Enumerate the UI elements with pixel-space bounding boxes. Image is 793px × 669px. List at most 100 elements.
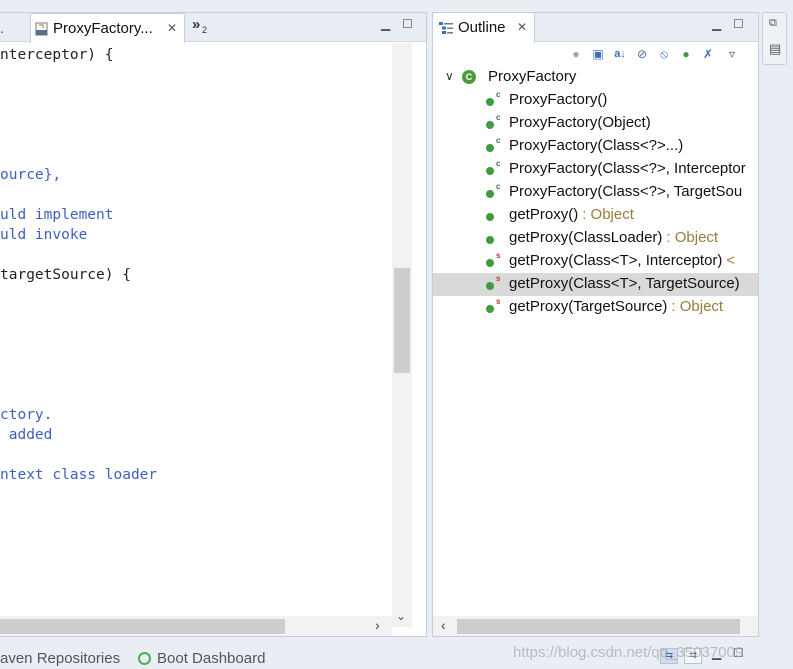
method-signature: getProxy() [509,206,579,223]
outline-item[interactable]: s getProxy(TargetSource): Object [433,296,758,319]
outline-icon [439,22,453,34]
outline-tree: ∨ C ProxyFactory c ProxyFactory() c ProxyFa… [433,65,758,620]
collapse-all-icon[interactable]: ● [568,46,584,62]
scroll-right-icon[interactable]: › [375,617,380,633]
restore-icon[interactable]: ⧉ [769,17,777,30]
editor-tab-bar: . ProxyFactory... ✕ » 2 ▁ ☐ [0,13,426,43]
public-method-icon [486,305,494,313]
public-method-icon [486,98,494,106]
constructor-decorator-icon: c [496,182,501,191]
editor-horizontal-scrollbar[interactable]: › [0,616,392,636]
close-icon[interactable]: ✕ [167,21,177,35]
outline-item-label: getProxy(ClassLoader): Object [509,229,718,246]
code-line: ntext class loader [0,467,158,483]
public-method-icon [486,144,494,152]
hide-local-types-icon[interactable]: ✗ [700,46,716,62]
hide-fields-icon[interactable]: ⊘ [634,46,650,62]
outline-item-label: getProxy(Class<T>, Interceptor) < [509,252,735,269]
constructor-decorator-icon: c [496,113,501,122]
previous-tab[interactable]: . [0,20,4,36]
constructor-decorator-icon: c [496,90,501,99]
outline-item[interactable]: getProxy(ClassLoader): Object [433,227,758,250]
public-method-icon [486,190,494,198]
return-type: : Object [666,229,719,246]
editor-vertical-scrollbar[interactable]: ⌄ [392,43,412,627]
minimize-icon[interactable]: ▁ [381,17,390,31]
power-icon [138,652,151,665]
scroll-thumb[interactable] [457,619,740,634]
public-method-icon [486,121,494,129]
watermark: https://blog.csdn.net/qq_35037009 [513,644,744,661]
maximize-icon[interactable]: ☐ [733,17,744,31]
hide-static-icon[interactable]: ⦸ [656,46,672,62]
maven-repositories-tab[interactable]: aven Repositories [0,650,120,667]
java-file-icon [35,22,48,36]
outline-item[interactable]: c ProxyFactory(Class<?>, TargetSou [433,181,758,204]
code-line: uld implement [0,207,114,223]
minimize-icon[interactable]: ▁ [712,17,721,31]
right-trim-stack: ⧉ ▤ [762,12,787,65]
method-signature: ProxyFactory() [509,91,608,108]
method-signature: getProxy(TargetSource) [509,298,668,315]
public-method-icon [486,236,494,244]
class-icon: C [462,70,476,84]
boot-dashboard-tab[interactable]: Boot Dashboard [157,650,265,667]
tab-proxyfactory[interactable]: ProxyFactory... ✕ [30,13,185,43]
close-icon[interactable]: ✕ [517,20,527,34]
tab-outline[interactable]: Outline ✕ [433,13,535,43]
scroll-left-icon[interactable]: ‹ [441,617,446,633]
outline-tab-title: Outline [458,19,506,36]
outline-item[interactable]: s getProxy(Class<T>, TargetSource) [433,273,758,296]
outline-item-label: getProxy(Class<T>, TargetSource) [509,275,740,292]
return-type: : Object [671,298,724,315]
constructor-decorator-icon: c [496,136,501,145]
outline-item-label: getProxy(TargetSource): Object [509,298,723,315]
method-signature: getProxy(ClassLoader) [509,229,663,246]
tab-title: ProxyFactory... [53,20,153,37]
method-signature: ProxyFactory(Class<?>...) [509,137,684,154]
outline-item[interactable]: c ProxyFactory(Class<?>...) [433,135,758,158]
return-type: : Object [582,206,634,223]
tabs-overflow-icon[interactable]: » [192,16,200,33]
outline-tab-bar: Outline ✕ ▁ ☐ [433,13,758,43]
link-editor-icon[interactable]: ▣ [590,46,606,62]
tabs-overflow-count: 2 [202,25,208,35]
code-line: uld invoke [0,227,88,243]
code-line: nterceptor) { [0,47,114,63]
code-line: ctory. [0,407,53,423]
code-line: added [0,427,53,443]
hide-non-public-icon[interactable]: ● [678,46,694,62]
method-signature: ProxyFactory(Class<?>, TargetSou [509,183,743,200]
view-icon[interactable]: ▤ [769,41,781,57]
scroll-thumb[interactable] [0,619,285,634]
tree-root[interactable]: ∨ C ProxyFactory [433,66,758,89]
code-area[interactable]: nterceptor) {ource}, uld implement uld inv… [0,43,392,627]
outline-item[interactable]: s getProxy(Class<T>, Interceptor) < [433,250,758,273]
constructor-decorator-icon: c [496,159,501,168]
outline-item[interactable]: c ProxyFactory() [433,89,758,112]
sort-icon[interactable]: a↓ [612,46,628,62]
public-method-icon [486,282,494,290]
scroll-thumb[interactable] [394,268,410,373]
public-method-icon [486,259,494,267]
outline-item-label: ProxyFactory(Object) [509,114,651,131]
method-signature: ProxyFactory(Object) [509,114,651,131]
outline-item[interactable]: c ProxyFactory(Class<?>, Interceptor [433,158,758,181]
outline-view: Outline ✕ ▁ ☐ ● ▣ a↓ ⊘ ⦸ ● ✗ ▿ ∨ C Proxy… [432,12,759,637]
return-type: < [726,252,736,269]
static-decorator-icon: s [496,297,501,306]
static-decorator-icon: s [496,274,501,283]
static-decorator-icon: s [496,251,501,260]
scroll-down-icon[interactable]: ⌄ [396,609,406,623]
java-editor: . ProxyFactory... ✕ » 2 ▁ ☐ nterceptor) … [0,12,427,637]
chevron-down-icon[interactable]: ∨ [445,69,454,83]
outline-item[interactable]: getProxy(): Object [433,204,758,227]
outline-horizontal-scrollbar[interactable]: ‹ [433,616,758,636]
outline-item[interactable]: c ProxyFactory(Object) [433,112,758,135]
outline-item-label: getProxy(): Object [509,206,634,223]
public-method-icon [486,213,494,221]
outline-item-label: ProxyFactory(Class<?>, TargetSou [509,183,742,200]
maximize-icon[interactable]: ☐ [402,17,413,31]
tree-root-label: ProxyFactory [488,68,577,85]
view-menu-icon[interactable]: ▿ [724,46,740,62]
